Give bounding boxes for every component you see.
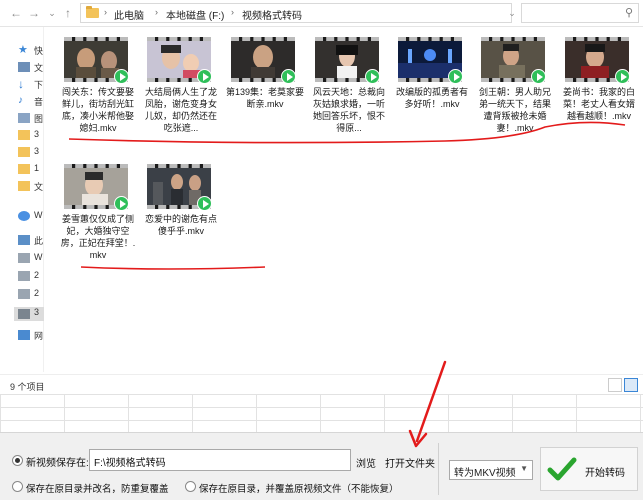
folder-icon [18,130,30,140]
address-dropdown-icon[interactable]: ⌄ [504,5,520,21]
divider [438,443,439,495]
forward-arrow-icon[interactable]: → [26,5,42,21]
overwrite-label: 保存在原目录，并覆盖原视频文件（不能恢复） [199,484,399,495]
nav-label: 音 [34,97,44,107]
nav-item-folder[interactable]: 3 [18,129,39,142]
format-select-value: 转为MKV视频 [454,468,516,479]
star-icon: ★ [18,44,28,56]
chevron-right-icon[interactable]: › [104,7,107,17]
nav-item-pictures[interactable]: 图 [18,113,43,125]
nav-item-this-pc[interactable]: 此 [18,235,43,247]
nav-label: 2 [34,288,40,298]
nav-item-drive[interactable]: 2 [18,288,39,301]
nav-item-music[interactable]: ♪ 音 [18,95,43,108]
chevron-right-icon[interactable]: › [231,7,234,17]
chevron-right-icon[interactable]: › [155,7,158,17]
back-arrow-icon[interactable]: ← [8,5,24,21]
red-underline-annotation [68,121,626,270]
nav-label: 网 [34,331,44,341]
keep-rename-label: 保存在原目录并改名，防重复覆盖 [26,484,169,495]
nav-label: 3 [34,146,40,156]
nav-item-drive[interactable]: W [18,252,43,265]
nav-item-quick-access[interactable]: ★ 快 [18,44,43,57]
folder-icon [86,6,99,18]
nav-item-wps[interactable]: W [18,210,43,223]
breadcrumb[interactable]: › 此电脑 › 本地磁盘 (F:) › 视频格式转码 [80,3,512,23]
nav-item-folder[interactable]: 文 [18,181,43,193]
search-input[interactable]: ⚲ [521,3,639,23]
open-folder-button[interactable]: 打开文件夹 [385,455,435,470]
status-bar: 9 个项目 [0,374,643,394]
nav-label: 1 [34,163,40,173]
nav-label: 此 [34,236,44,246]
nav-label: W [34,252,43,262]
nav-item-folder[interactable]: 3 [18,146,39,159]
details-view-icon[interactable] [608,378,622,392]
download-icon: ↓ [18,77,24,91]
nav-label: W [34,210,43,220]
item-count: 9 个项目 [10,382,45,392]
nav-label: 下 [34,80,44,90]
address-bar: ← → ⌄ ↑ › 此电脑 › 本地磁盘 (F:) › 视频格式转码 ⌄ ⚲ [0,0,643,27]
drive-icon [18,253,30,263]
background-grid [0,394,643,432]
converter-panel: 新视频保存在: F:\视频格式转码 浏览 打开文件夹 保存在原目录并改名，防重复… [0,432,643,500]
browse-button[interactable]: 浏览 [356,455,376,470]
nav-item-network[interactable]: 网 [18,330,43,342]
recent-dropdown-icon[interactable]: ⌄ [44,5,60,21]
nav-label: 快 [34,46,44,56]
network-icon [18,330,30,340]
breadcrumb-this-pc[interactable]: 此电脑 [114,7,144,22]
nav-label: 图 [34,114,44,124]
checkmark-icon [547,457,577,481]
file-explorer-window: ← → ⌄ ↑ › 此电脑 › 本地磁盘 (F:) › 视频格式转码 ⌄ ⚲ ★… [0,0,643,500]
overwrite-radio[interactable] [185,481,196,492]
breadcrumb-folder[interactable]: 视频格式转码 [242,7,302,22]
large-icons-view-icon[interactable] [624,378,638,392]
nav-label: 文 [34,182,44,192]
start-convert-label: 开始转码 [585,468,625,479]
nav-item-drive[interactable]: 2 [18,270,39,283]
drive-icon [18,271,30,281]
save-to-folder-radio[interactable] [12,455,23,466]
up-arrow-icon[interactable]: ↑ [60,5,76,21]
file-list: 闯关东：传文要娶鲜儿，街坊刮光缸底，凑小米帮他娶媳妇.mkv 大结局俩人生了龙凤… [45,27,643,372]
cloud-icon [18,211,30,221]
search-icon: ⚲ [624,7,633,19]
nav-label: 3 [34,307,40,317]
document-icon [18,62,30,72]
nav-item-docs[interactable]: 文 [18,62,43,74]
breadcrumb-drive-f[interactable]: 本地磁盘 (F:) [166,7,224,22]
nav-label: 2 [34,270,40,280]
save-to-label: 新视频保存在: [26,458,89,469]
picture-icon [18,113,30,123]
nav-item-folder[interactable]: 1 [18,163,39,176]
chevron-down-icon: ▼ [520,464,528,473]
drive-icon [18,289,30,299]
computer-icon [18,235,30,245]
folder-icon [18,164,30,174]
save-path-input[interactable]: F:\视频格式转码 [89,449,351,471]
nav-label: 文 [34,63,44,73]
keep-rename-radio[interactable] [12,481,23,492]
nav-item-drive-selected[interactable]: 3 [14,307,44,321]
nav-label: 3 [34,129,40,139]
start-convert-button[interactable]: 开始转码 [540,447,638,491]
music-icon: ♪ [18,95,23,106]
nav-item-downloads[interactable]: ↓ 下 [18,77,43,91]
drive-icon [18,309,30,319]
navigation-pane: ★ 快 文 ↓ 下 ♪ 音 图 3 3 1 文 W 此 W 2 2 3 网 [0,27,44,372]
format-select[interactable]: 转为MKV视频 ▼ [449,460,533,480]
folder-icon [18,147,30,157]
folder-icon [18,181,30,191]
